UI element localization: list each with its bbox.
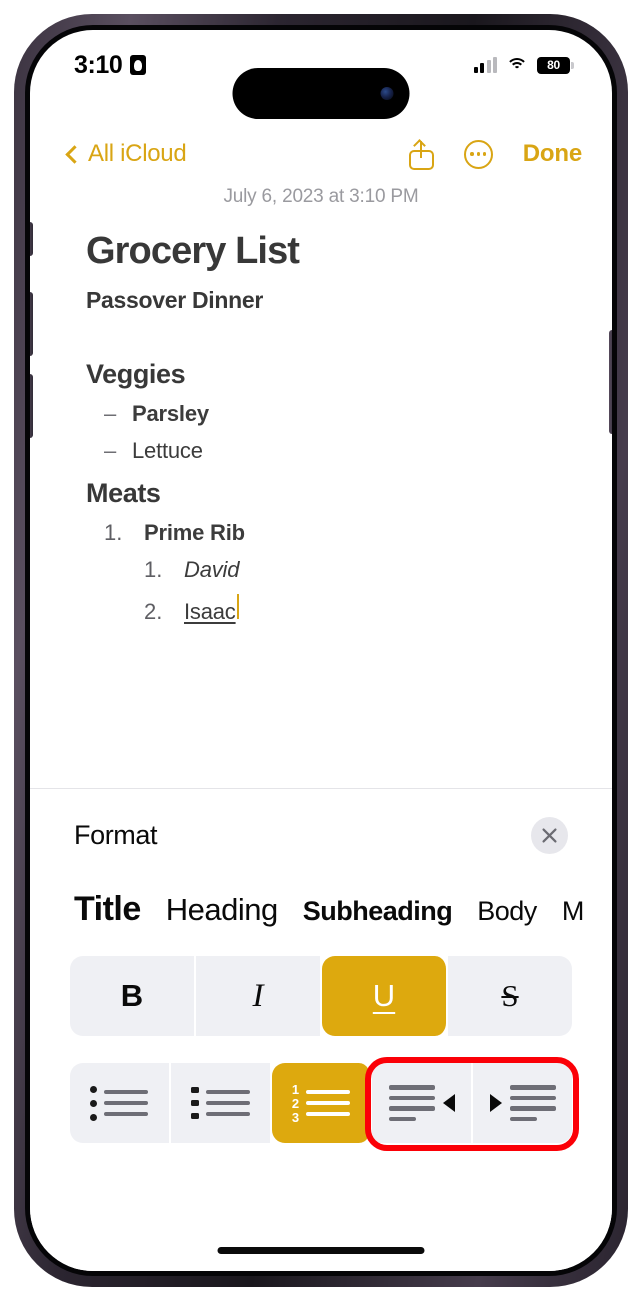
phone-screen: 3:10 80 All iCloud Done July 6, 2023 at …: [30, 30, 612, 1271]
strikethrough-label: S: [501, 978, 519, 1013]
style-selector[interactable]: Title Heading Subheading Body M: [30, 854, 612, 929]
strikethrough-button[interactable]: S: [448, 956, 572, 1036]
bold-button[interactable]: B: [70, 956, 196, 1036]
format-panel-header: Format: [30, 789, 612, 854]
phone-frame: 3:10 80 All iCloud Done July 6, 2023 at …: [14, 14, 628, 1287]
list-item-text: Lettuce: [132, 437, 203, 463]
style-option-body[interactable]: Body: [477, 896, 537, 927]
bulleted-list-icon: [90, 1085, 149, 1121]
list-controls-row: 1 2 3: [70, 1063, 572, 1143]
outdent-icon: [388, 1085, 455, 1121]
dashed-list-icon: [190, 1087, 250, 1119]
style-option-subheading[interactable]: Subheading: [303, 896, 453, 927]
chevron-left-icon: [65, 144, 84, 164]
dashed-list-button[interactable]: [170, 1063, 272, 1143]
list-marker: 1.: [144, 556, 163, 582]
format-panel: Format Title Heading Subheading Body M B…: [30, 788, 612, 1271]
list-item[interactable]: 2. Isaac: [86, 593, 556, 625]
format-panel-title: Format: [74, 820, 158, 850]
bulleted-list-button[interactable]: [70, 1063, 171, 1143]
numbered-list-icon: 1 2 3: [291, 1081, 351, 1125]
back-button-label: All iCloud: [88, 140, 187, 167]
cellular-bars-icon: [473, 57, 497, 73]
wifi-icon: [506, 57, 528, 73]
dynamic-island: [232, 68, 410, 119]
style-option-heading[interactable]: Heading: [166, 892, 278, 928]
front-camera-icon: [380, 87, 394, 100]
status-bar-left: 3:10: [74, 50, 147, 80]
numbered-list-button[interactable]: 1 2 3: [271, 1063, 373, 1143]
list-item-text: Prime Rib: [144, 519, 245, 545]
done-button[interactable]: Done: [523, 140, 582, 168]
text-cursor: [236, 593, 240, 619]
phone-bezel: 3:10 80 All iCloud Done July 6, 2023 at …: [25, 25, 617, 1276]
navigation-bar-actions: Done: [408, 138, 582, 170]
battery-icon: 80: [537, 56, 574, 74]
italic-label: I: [252, 977, 264, 1014]
location-arrow-icon: [130, 55, 147, 75]
list-marker: –: [104, 400, 117, 426]
indent-icon: [489, 1085, 556, 1121]
numbered-digit: 3: [291, 1109, 300, 1125]
list-item[interactable]: – Parsley: [86, 401, 556, 427]
section-heading-veggies: Veggies: [86, 358, 186, 389]
list-marker: 2.: [144, 598, 163, 624]
list-marker: 1.: [104, 519, 123, 545]
numbered-digit: 2: [291, 1095, 300, 1111]
close-glyph: [542, 828, 557, 843]
list-item[interactable]: 1. Prime Rib: [86, 520, 556, 546]
note-timestamp: July 6, 2023 at 3:10 PM: [223, 186, 419, 207]
list-marker: –: [104, 437, 117, 463]
numbered-digit: 1: [291, 1081, 300, 1097]
style-option-title[interactable]: Title: [74, 890, 141, 929]
status-bar-right: 80: [473, 56, 574, 74]
text-format-row: B I U S: [70, 956, 572, 1036]
outdent-button[interactable]: [372, 1063, 474, 1143]
list-item-text: Parsley: [132, 400, 209, 426]
status-clock: 3:10: [74, 50, 123, 79]
triangle-left-glyph: [442, 1094, 455, 1112]
italic-button[interactable]: I: [196, 956, 322, 1036]
style-option-monostyled[interactable]: M: [562, 896, 585, 927]
close-icon[interactable]: [531, 817, 568, 854]
underline-button[interactable]: U: [322, 956, 448, 1036]
list-item-text: Isaac: [184, 598, 236, 624]
share-icon[interactable]: [408, 138, 434, 170]
more-options-icon[interactable]: [463, 139, 493, 169]
back-button[interactable]: All iCloud: [65, 140, 187, 168]
underline-label: U: [372, 978, 396, 1013]
list-item-text: David: [184, 556, 240, 582]
home-indicator[interactable]: [217, 1247, 425, 1254]
section-heading-meats: Meats: [86, 477, 161, 508]
navigation-bar: All iCloud Done: [30, 128, 612, 180]
battery-percent-label: 80: [547, 58, 560, 72]
triangle-right-glyph: [489, 1094, 502, 1112]
list-item[interactable]: 1. David: [86, 557, 556, 583]
list-item[interactable]: – Lettuce: [86, 438, 556, 464]
indent-button[interactable]: [473, 1063, 572, 1143]
note-title: Grocery List: [86, 230, 300, 272]
bold-label: B: [120, 978, 144, 1013]
note-subheading: Passover Dinner: [86, 286, 264, 313]
